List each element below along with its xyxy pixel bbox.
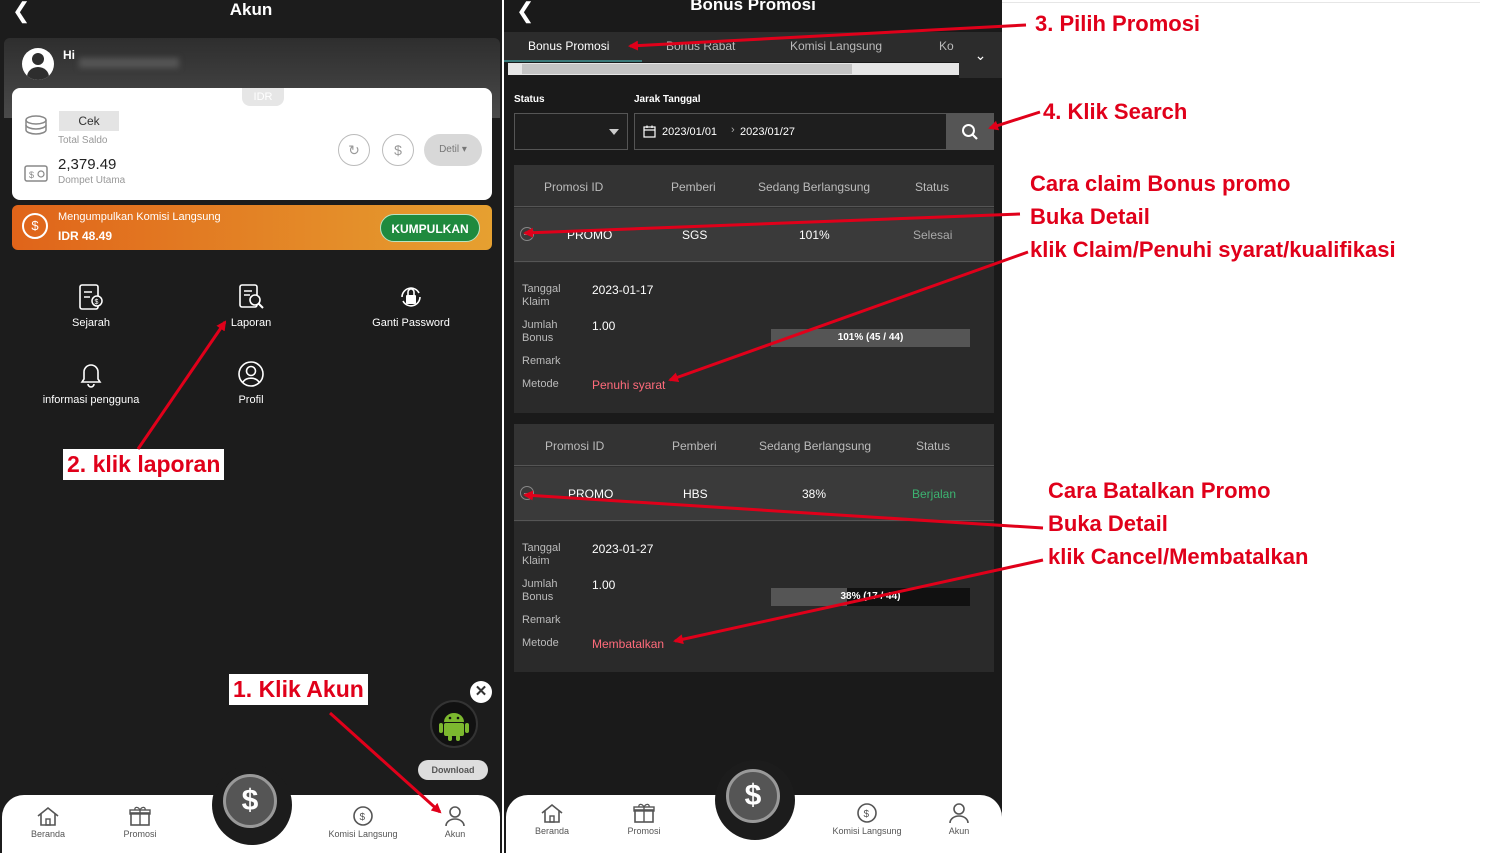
arrow-step2 <box>136 320 227 450</box>
arrow-cancel-method <box>673 558 1044 645</box>
arrow-step4 <box>988 110 1041 131</box>
arrow-claim-method <box>668 250 1029 383</box>
annotation-arrows <box>136 23 1044 814</box>
arrow-step3 <box>628 23 1027 51</box>
arrow-claim-detail <box>523 212 1021 238</box>
arrow-cancel-detail <box>523 490 1044 530</box>
arrow-step1 <box>328 711 442 814</box>
